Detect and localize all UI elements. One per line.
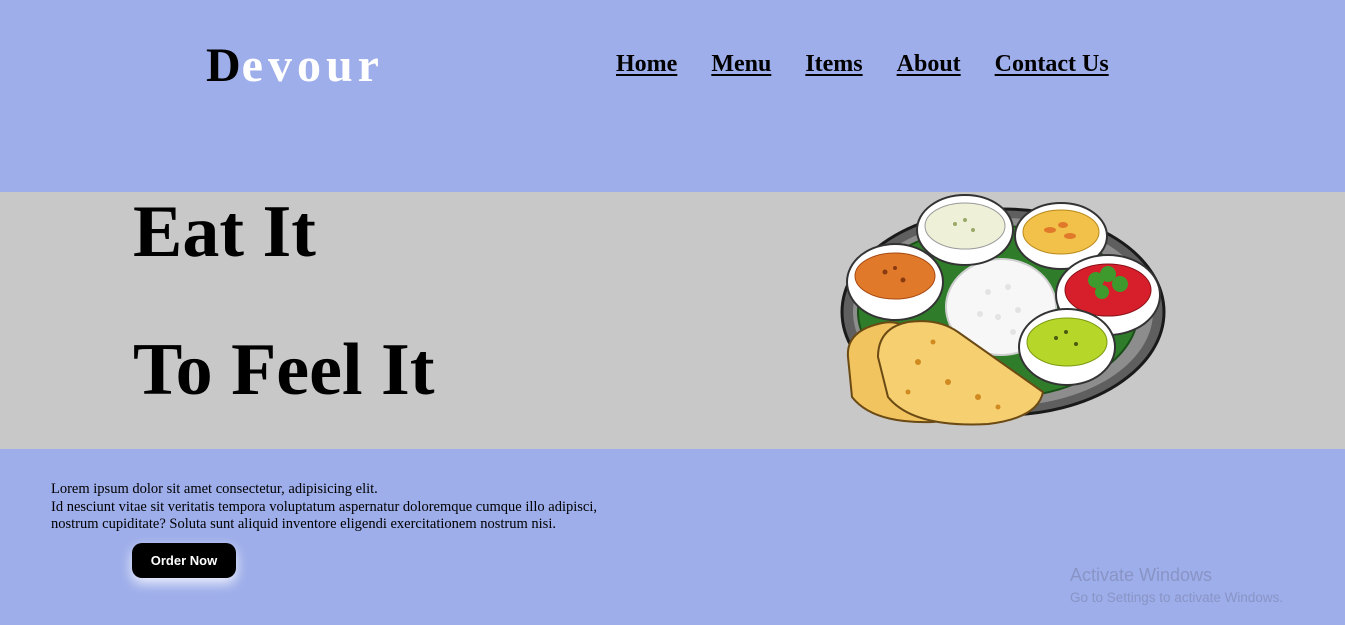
description-line-1: Lorem ipsum dolor sit amet consectetur, … <box>51 481 378 497</box>
watermark-subtitle: Go to Settings to activate Windows. <box>1070 590 1284 605</box>
order-now-button[interactable]: Order Now <box>132 543 236 578</box>
watermark-title: Activate Windows <box>1070 565 1213 585</box>
logo-rest-letters: evour <box>241 39 384 92</box>
hero-description: Lorem ipsum dolor sit amet consectetur, … <box>51 481 691 534</box>
windows-activation-watermark: Activate Windows Go to Settings to activ… <box>1070 564 1283 607</box>
page: Devour Home Menu Items About Contact Us … <box>0 0 1345 625</box>
thali-plate-icon <box>840 194 1166 426</box>
hero-banner: Eat It To Feel It <box>0 191 1345 449</box>
main-nav: Home Menu Items About Contact Us <box>616 49 1109 79</box>
nav-link-menu[interactable]: Menu <box>711 49 771 79</box>
description-line-3: nostrum cupiditate? Soluta sunt aliquid … <box>51 516 556 532</box>
logo-first-letter: D <box>206 39 242 92</box>
nav-link-home[interactable]: Home <box>616 49 677 79</box>
nav-link-about[interactable]: About <box>897 49 961 79</box>
nav-link-contact-us[interactable]: Contact Us <box>995 49 1109 79</box>
hero-heading-line-2: To Feel It <box>133 329 435 411</box>
site-header: Devour Home Menu Items About Contact Us <box>0 0 1345 192</box>
hero-heading-line-1: Eat It <box>133 191 316 273</box>
brand-logo[interactable]: Devour <box>206 36 384 96</box>
nav-link-items[interactable]: Items <box>805 49 862 79</box>
description-line-2: Id nesciunt vitae sit veritatis tempora … <box>51 498 598 515</box>
